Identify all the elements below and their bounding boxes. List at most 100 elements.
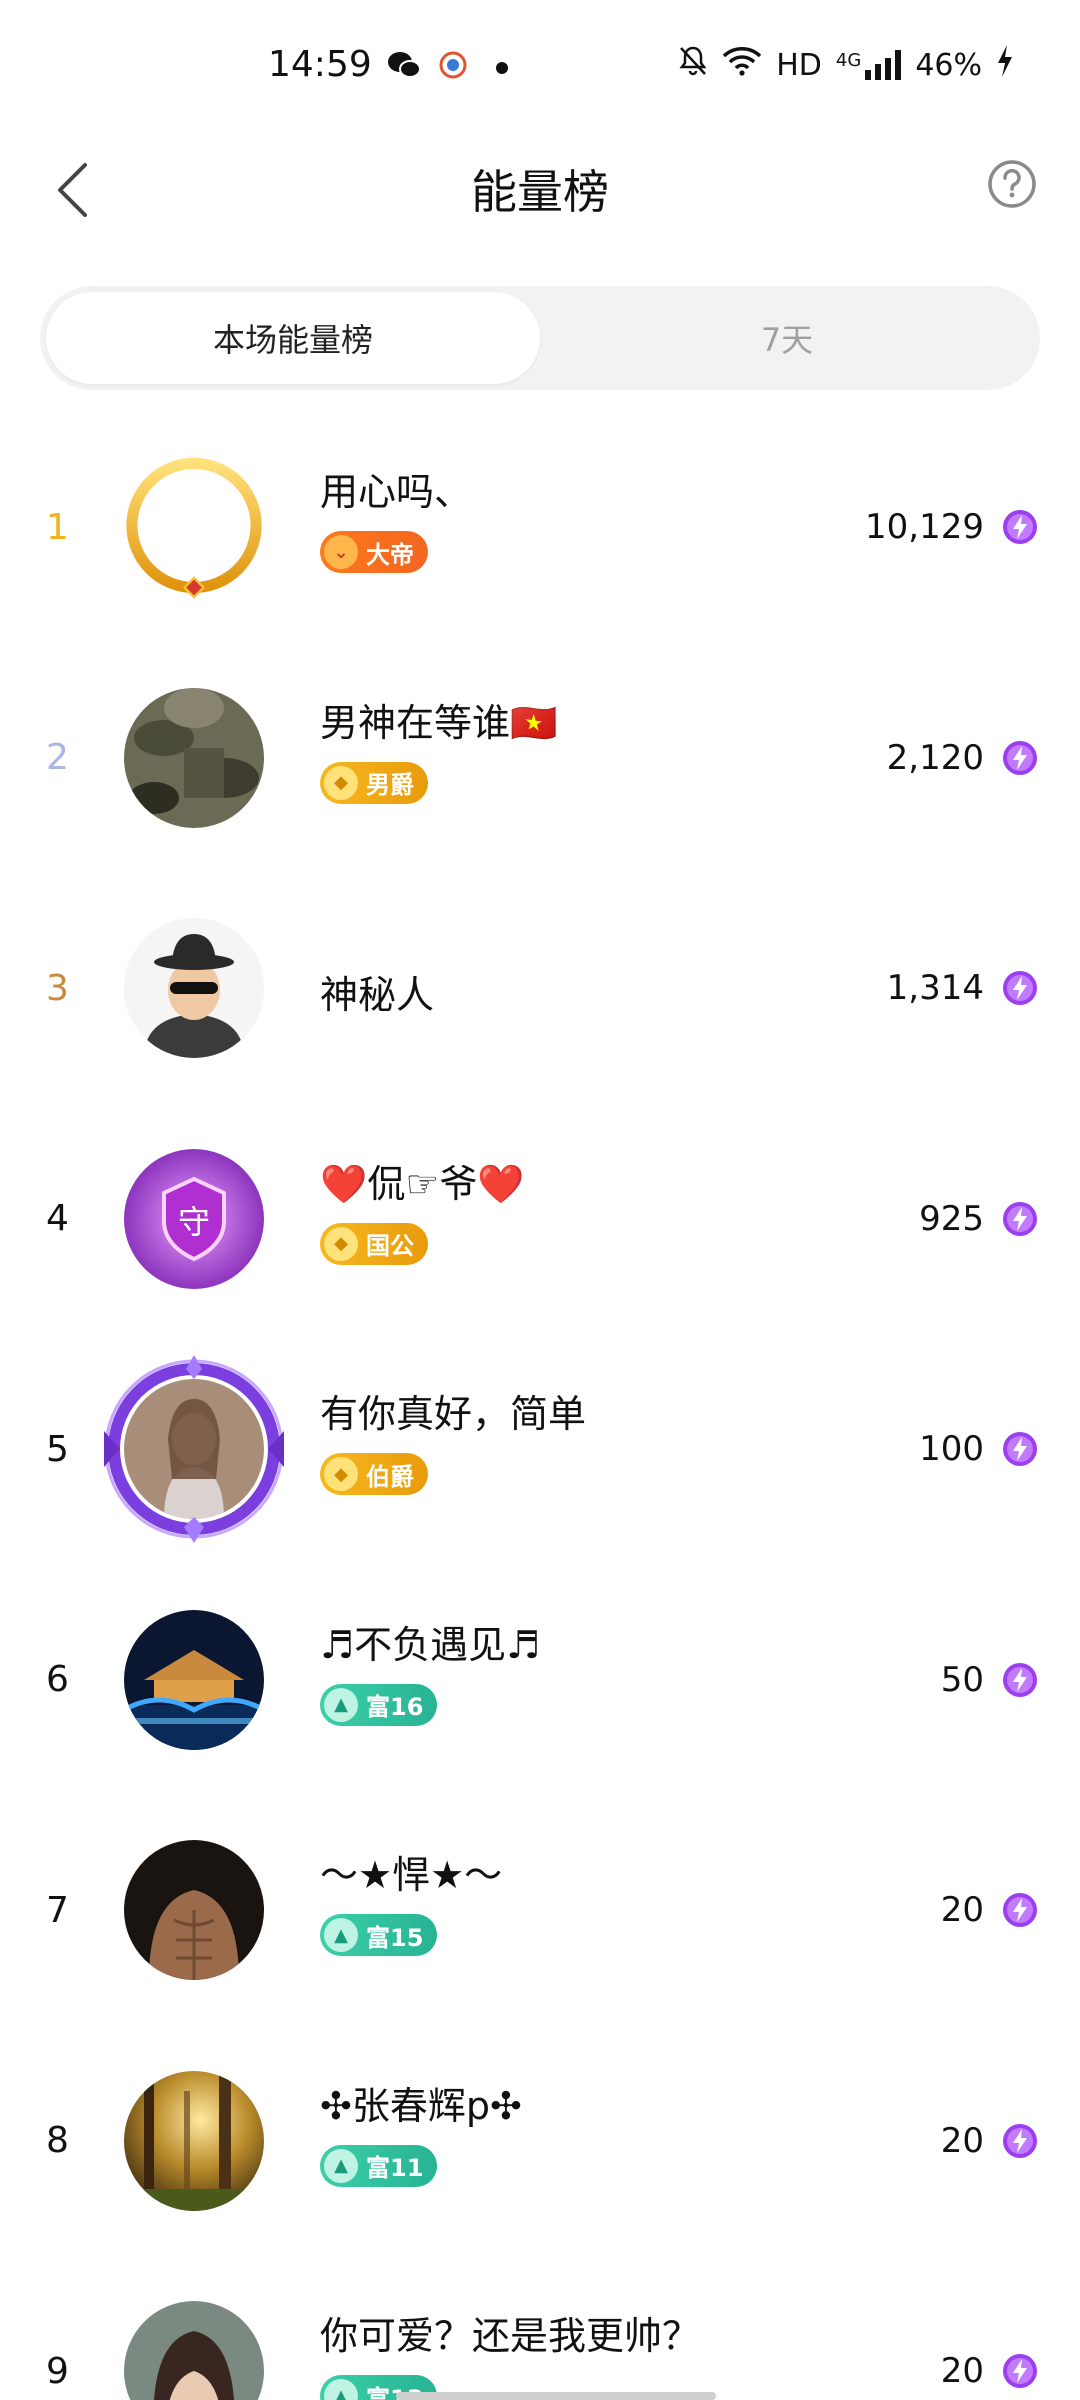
avatar[interactable]: [124, 2070, 264, 2211]
rank-number: 7: [46, 1889, 69, 1931]
ranking-row[interactable]: 6 ♬不负遇见♬ ▲ 富16 50: [0, 1565, 1080, 1796]
energy-bolt-icon: [1003, 1432, 1037, 1467]
charging-bolt-icon: [996, 44, 1014, 86]
avatar-image: [124, 1840, 264, 1981]
help-button[interactable]: [984, 156, 1040, 212]
avatar-image: [124, 2301, 264, 2400]
ranking-list: 1 用心吗、 ⌄ 大帝 10,129 2 男神在等谁🇻🇳 ◆ 男爵 2,120 …: [0, 412, 1080, 2400]
rank-number: 6: [46, 1659, 69, 1701]
energy-score: 10,129: [865, 507, 984, 548]
tab-current-session[interactable]: 本场能量榜: [46, 292, 540, 384]
avatar[interactable]: [124, 2301, 264, 2400]
gold-ring-frame-icon: [126, 458, 262, 599]
energy-score: 100: [919, 1429, 984, 1470]
avatar[interactable]: [104, 1355, 284, 1544]
question-circle-icon: [984, 160, 1040, 216]
energy-bolt-icon: [1003, 510, 1037, 545]
avatar[interactable]: [124, 1840, 264, 1981]
rank-number: 2: [46, 737, 69, 779]
badge-label: 富15: [366, 1923, 424, 1952]
avatar[interactable]: [124, 457, 264, 599]
notification-dot-icon: [496, 62, 508, 74]
user-name: ～★悍★～: [320, 1853, 503, 1898]
energy-bolt-icon: [1003, 2354, 1037, 2389]
level-badge: ▲ 富11: [320, 2144, 438, 2187]
triangle-badge-icon: ▲: [324, 2379, 358, 2400]
ranking-row[interactable]: 2 男神在等谁🇻🇳 ◆ 男爵 2,120: [0, 643, 1080, 874]
avatar[interactable]: 守: [124, 1148, 264, 1289]
rank-number: 8: [46, 2120, 69, 2162]
user-name: ♬不负遇见♬: [320, 1622, 541, 1667]
wechat-icon: [384, 48, 424, 82]
status-time: 14:59: [268, 44, 372, 85]
energy-bolt-icon: [1003, 1893, 1037, 1928]
ranking-row[interactable]: 4 守 ❤️侃☞爷❤️ ◆ 国公 925: [0, 1104, 1080, 1335]
energy-score: 925: [919, 1198, 984, 1239]
badge-label: 伯爵: [366, 1462, 414, 1491]
rank-number: 4: [46, 1198, 69, 1240]
signal-icon: 4G: [835, 50, 902, 80]
ranking-row[interactable]: 1 用心吗、 ⌄ 大帝 10,129: [0, 412, 1080, 643]
tab-7-days[interactable]: 7天: [540, 292, 1034, 384]
user-name: 用心吗、: [320, 470, 473, 515]
battery-level: 46%: [915, 47, 982, 83]
energy-score: 20: [940, 2120, 984, 2161]
level-badge: ▲ 富16: [320, 1683, 438, 1726]
svg-text:守: 守: [178, 1203, 210, 1241]
energy-bolt-icon: [1003, 1201, 1037, 1236]
ranking-row[interactable]: 3 神秘人 1,314: [0, 873, 1080, 1104]
user-name: ✣张春辉p✣: [320, 2083, 522, 2128]
range-tabs: 本场能量榜 7天: [40, 286, 1040, 390]
app-icon: [436, 48, 470, 82]
rank-number: 3: [46, 967, 69, 1009]
avatar-image: [124, 687, 264, 828]
ranking-row[interactable]: 8 ✣张春辉p✣ ▲ 富11 20: [0, 2026, 1080, 2257]
ranking-row[interactable]: 9 你可爱？还是我更帅？ ▲ 富13 20: [0, 2256, 1080, 2400]
badge-label: 富16: [366, 1693, 424, 1722]
triangle-badge-icon: ▲: [324, 1687, 358, 1722]
level-badge: ⌄ 大帝: [320, 531, 428, 574]
badge-label: 大帝: [366, 540, 414, 569]
level-badge: ▲ 富15: [320, 1914, 438, 1957]
ranking-row[interactable]: 7 ～★悍★～ ▲ 富15 20: [0, 1795, 1080, 2026]
hd-label: HD: [776, 47, 822, 83]
energy-score: 2,120: [886, 737, 984, 778]
ranking-row[interactable]: 5 有你真好，简单 ◆ 伯爵 100: [0, 1334, 1080, 1565]
rank-number: 1: [46, 506, 69, 548]
mute-bell-icon: [678, 45, 708, 85]
diamond-badge-icon: ◆: [324, 765, 358, 800]
level-badge: ◆ 国公: [320, 1222, 428, 1265]
avatar-image: [124, 1379, 264, 1520]
avatar-image: [124, 2070, 264, 2211]
mystery-person-icon: [124, 918, 264, 1059]
wifi-icon: [722, 46, 762, 84]
avatar[interactable]: [124, 918, 264, 1059]
user-name: 有你真好，简单: [320, 1392, 587, 1437]
user-name: 你可爱？还是我更帅？: [320, 2314, 701, 2359]
avatar[interactable]: [124, 1609, 264, 1750]
network-type: 4G: [835, 50, 862, 71]
triangle-badge-icon: ▲: [324, 2148, 358, 2183]
triangle-badge-icon: ▲: [324, 1918, 358, 1953]
page-title: 能量榜: [471, 165, 609, 219]
badge-label: 国公: [366, 1232, 414, 1261]
crown-badge-icon: ⌄: [324, 535, 358, 570]
energy-score: 20: [940, 2351, 984, 2392]
diamond-badge-icon: ◆: [324, 1457, 358, 1492]
level-badge: ◆ 伯爵: [320, 1453, 428, 1496]
rank-number: 5: [46, 1428, 69, 1470]
guardian-emblem-icon: 守: [124, 1148, 264, 1289]
diamond-badge-icon: ◆: [324, 1226, 358, 1261]
home-indicator[interactable]: [396, 2392, 716, 2400]
energy-score: 20: [940, 1890, 984, 1931]
energy-bolt-icon: [1003, 971, 1037, 1006]
status-bar: 14:59 HD 4G 46%: [0, 0, 1080, 136]
energy-score: 50: [940, 1659, 984, 1700]
user-name: 神秘人: [320, 973, 435, 1018]
avatar-image: [124, 1609, 264, 1750]
energy-bolt-icon: [1003, 1662, 1037, 1697]
badge-label: 男爵: [366, 771, 414, 800]
status-right: HD 4G 46%: [678, 44, 1014, 86]
avatar[interactable]: [124, 687, 264, 828]
header: 能量榜: [0, 136, 1080, 256]
